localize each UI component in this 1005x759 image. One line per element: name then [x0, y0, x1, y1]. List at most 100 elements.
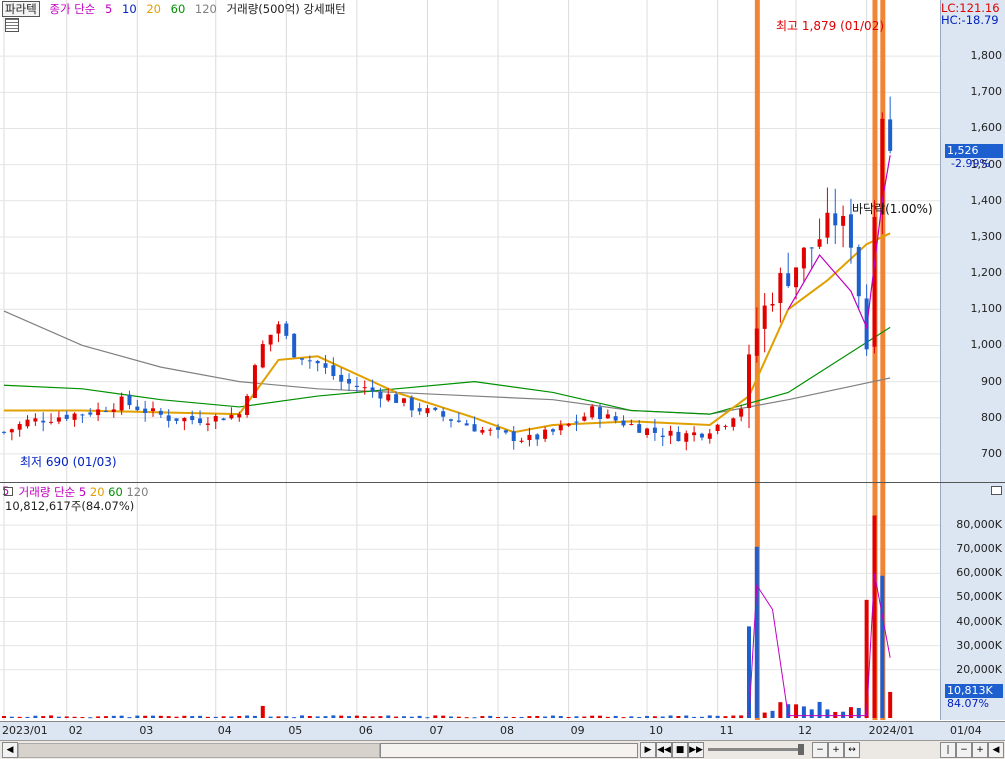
candle-body [739, 408, 744, 417]
volume-bar [229, 716, 234, 718]
volume-expand-icon[interactable] [4, 487, 13, 496]
volume-bar [25, 716, 30, 718]
volume-bar [449, 716, 453, 718]
event-highlight-bar [880, 0, 886, 482]
current-volume-badge: 10,813K [945, 684, 1003, 698]
price-header: 파라텍 종가 단순 5 10 20 60 120 거래량(500억) 강세패턴 [2, 1, 352, 17]
volume-bar [386, 715, 391, 718]
scroll-thumb[interactable] [380, 743, 638, 758]
candle-body [535, 434, 540, 440]
zoom-in-icon[interactable]: + [972, 742, 988, 758]
price-chart[interactable] [0, 0, 940, 482]
volume-bar [433, 715, 438, 718]
price-tick-label: 900 [981, 374, 1002, 388]
volume-bar [127, 717, 132, 719]
volume-title: 거래량 [18, 485, 51, 499]
volume-bar [582, 716, 587, 718]
candle-body [550, 429, 555, 432]
fast-forward-icon[interactable]: ▶▶ [688, 742, 704, 758]
rewind-icon[interactable]: ◀◀ [656, 742, 672, 758]
zoom-out-icon[interactable]: − [956, 742, 972, 758]
step-back-icon[interactable]: | [940, 742, 956, 758]
volume-chart[interactable] [0, 483, 940, 720]
volume-bar [731, 715, 736, 718]
volume-bar [598, 715, 602, 718]
ma-5-label: 5 [105, 2, 113, 16]
next-icon[interactable]: ◀ [988, 742, 1004, 758]
stock-name-box[interactable]: 파라텍 [2, 1, 40, 17]
volume-bar [715, 715, 720, 718]
volume-tick-label: 50,000K [956, 590, 1002, 604]
volume-ma-5: 5 [78, 485, 87, 499]
volume-bar [558, 716, 563, 718]
candle-body [25, 419, 30, 427]
volume-bar [182, 715, 187, 718]
volume-bar [527, 716, 532, 718]
candle-body [323, 363, 328, 368]
zoom-minus-icon[interactable]: − [812, 742, 828, 758]
candle-body [166, 415, 171, 421]
candle-body [660, 435, 665, 438]
volume-bar [300, 715, 304, 718]
candle-body [307, 360, 312, 362]
candle-body [621, 420, 626, 426]
volume-bar [292, 717, 297, 719]
candle-body [503, 430, 508, 433]
date-label: 06 [358, 724, 373, 737]
candle-body [158, 410, 163, 415]
volume-bar [213, 716, 218, 718]
volume-bar [684, 715, 689, 718]
candle-body [496, 427, 501, 430]
volume-bar [605, 716, 610, 718]
current-price-badge: 1,526 [945, 144, 1003, 158]
chart-scrollbar[interactable]: ◀ ▶ ◀◀ ■ ▶▶ − + ↔ | − + ◀ [0, 740, 1005, 759]
volume-bar [841, 711, 846, 718]
scroll-left-icon[interactable]: ◀ [2, 742, 18, 758]
price-chart-panel[interactable]: 파라텍 종가 단순 5 10 20 60 120 거래량(500억) 강세패턴 … [0, 0, 940, 482]
scroll-track[interactable] [18, 743, 380, 758]
zoom-reset-icon[interactable]: ↔ [844, 742, 860, 758]
volume-bar [9, 716, 14, 718]
price-tick-label: 1,200 [970, 266, 1003, 280]
volume-bar [331, 715, 336, 718]
candle-body [488, 429, 493, 431]
candle-body [543, 429, 548, 439]
candle-body [605, 414, 610, 419]
current-change: -2.99% [951, 157, 990, 170]
candle-body [354, 385, 359, 388]
volume-overlay-label: 거래량(500억) 강세패턴 [226, 2, 346, 16]
volume-summary: 10,812,617주(84.07%) [5, 499, 135, 513]
zoom-plus-icon[interactable]: + [828, 742, 844, 758]
candle-body [252, 365, 257, 398]
volume-bar [221, 716, 226, 718]
volume-chart-panel[interactable]: 5 거래량 단순 5 20 60 120 10,812,617주(84.07%) [0, 483, 940, 720]
volume-bar [762, 712, 767, 718]
candle-body [582, 416, 587, 421]
volume-axis-menu-icon[interactable] [991, 486, 1002, 495]
candle-body [723, 425, 728, 427]
volume-bar [692, 716, 697, 718]
volume-bar [80, 717, 85, 719]
stop-icon[interactable]: ■ [672, 742, 688, 758]
candle-body [825, 212, 830, 238]
date-label: 2024/01 [868, 724, 915, 737]
volume-ma-20: 20 [89, 485, 105, 499]
zoom-slider[interactable] [708, 748, 798, 751]
candle-body [731, 418, 736, 427]
price-tick-label: 1,600 [970, 121, 1003, 135]
volume-bar [707, 715, 712, 718]
candle-body [268, 334, 273, 345]
table-icon[interactable] [5, 18, 19, 32]
volume-bar [158, 715, 163, 718]
scroll-right-icon[interactable]: ▶ [640, 742, 656, 758]
candle-body [198, 418, 203, 424]
date-label: 08 [500, 724, 515, 737]
volume-bar [535, 715, 540, 718]
candle-body [817, 239, 822, 247]
volume-bar [198, 715, 203, 718]
date-label: 02 [68, 724, 83, 737]
candle-body [566, 423, 571, 426]
volume-bar [307, 715, 312, 718]
candle-body [9, 429, 14, 433]
zoom-slider-thumb[interactable] [798, 744, 804, 755]
